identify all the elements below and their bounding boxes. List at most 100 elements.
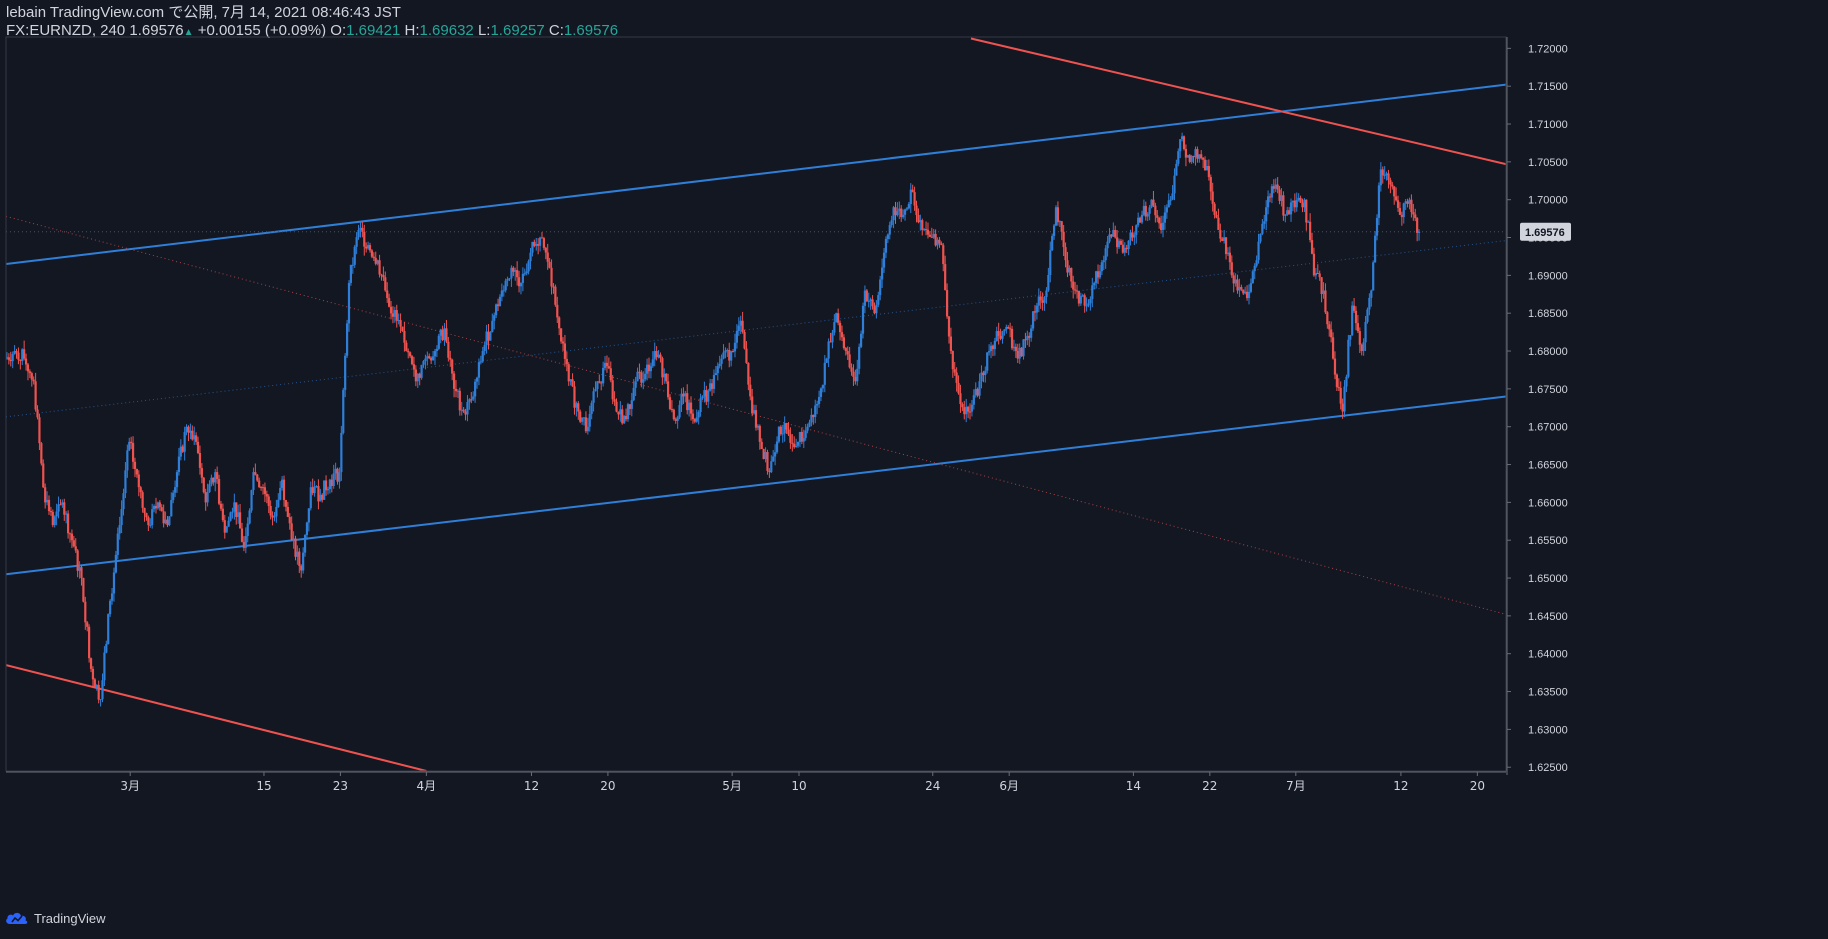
candle-body [1291, 200, 1295, 203]
candle-body [833, 322, 836, 333]
price-chart[interactable]: 1.72000 1.71500 1.71000 1.70500 1.70000 1.695… [0, 0, 1828, 939]
candle-body [1033, 311, 1037, 313]
candle-body [466, 402, 469, 415]
candle-body [548, 261, 551, 268]
candle-body [875, 304, 878, 314]
trend-lower-line[interactable] [6, 664, 427, 771]
candle-body [1052, 225, 1056, 236]
price-axis[interactable]: 1.72000 1.71500 1.71000 1.70500 1.70000 1.695… [1507, 43, 1571, 774]
candle-body [523, 273, 526, 275]
candle-body [200, 467, 203, 478]
candle-body [84, 601, 87, 623]
candle-body [1406, 201, 1409, 204]
candle-body [838, 322, 842, 333]
candle-body [288, 516, 291, 524]
candle-body [174, 487, 177, 493]
candle-body [240, 528, 244, 542]
candle-body [858, 346, 861, 369]
candle-body [202, 477, 205, 493]
candle-body [842, 337, 845, 349]
candle-body [909, 189, 912, 205]
candle-body [607, 366, 610, 369]
candle-body [1159, 223, 1163, 230]
candle-body [451, 359, 454, 374]
candle-body [351, 264, 354, 266]
candle-body [674, 419, 677, 421]
candle-body [472, 396, 475, 400]
candle-body [980, 372, 983, 382]
last-price-badge-label: 1.69576 [1525, 227, 1565, 239]
candle-body [1200, 154, 1203, 159]
candle-body [1081, 295, 1084, 297]
candle-body [984, 370, 987, 376]
candle-body [781, 433, 784, 435]
candle-body [621, 409, 624, 424]
candle-body [1184, 149, 1188, 158]
candle-body [1043, 297, 1046, 303]
candle-body [1402, 203, 1405, 218]
candle-body [659, 354, 662, 359]
candle-body [559, 328, 563, 342]
channel-mid-line[interactable] [6, 240, 1506, 418]
candle-body [1360, 344, 1363, 352]
candle-body [1261, 223, 1264, 234]
candle-body [1007, 326, 1010, 329]
candle-body [294, 538, 297, 557]
candle-body [271, 515, 274, 518]
candle-body [1129, 232, 1132, 241]
candle-body [970, 404, 974, 412]
candle-body [332, 473, 335, 486]
candle-body [1211, 191, 1214, 204]
candle-body [968, 411, 972, 413]
candle-body [405, 342, 408, 352]
candle-body [109, 600, 112, 615]
candle-body [1253, 265, 1256, 272]
candle-body [1179, 139, 1182, 152]
time-axis[interactable]: 3月 15 23 4月 12 20 5月 10 24 6月 14 22 7月 12 20 [120, 772, 1485, 793]
candle-body [653, 351, 656, 360]
candle-body [311, 487, 314, 494]
candle-body [443, 328, 446, 341]
candle-body [391, 313, 395, 317]
candle-body [489, 332, 492, 341]
candle-body [884, 239, 888, 253]
candle-body [1089, 298, 1092, 304]
candle-body [791, 442, 794, 444]
candle-body [59, 504, 62, 506]
trend-upper-line[interactable] [970, 37, 1506, 166]
candle-body [1150, 199, 1153, 208]
candle-body [516, 270, 519, 278]
candle-body [281, 479, 284, 489]
candle-body [1358, 331, 1361, 345]
candle-body [1085, 305, 1088, 307]
candle-body [177, 456, 181, 473]
candle-body [902, 214, 905, 218]
candle-body [598, 381, 601, 383]
candle-body [752, 410, 756, 414]
candle-body [1064, 247, 1067, 261]
candle-body [605, 362, 609, 367]
candle-body [567, 364, 570, 382]
candle-body [273, 516, 276, 518]
candle-body [506, 279, 509, 281]
candle-body [1047, 274, 1050, 291]
candle-body [313, 486, 316, 494]
candle-body [323, 480, 326, 500]
candle-body [212, 477, 215, 483]
brand-footer[interactable]: TradingView [4, 910, 106, 926]
candle-body [493, 315, 496, 321]
candle-body [305, 522, 309, 536]
candle-body [1375, 217, 1379, 236]
candle-body [1066, 260, 1069, 273]
candle-body [649, 366, 653, 372]
candle-body [1226, 252, 1230, 255]
candle-body [777, 426, 781, 442]
candle-body [667, 381, 670, 398]
candle-body [137, 474, 140, 488]
candle-body [863, 290, 867, 306]
candle-body [1343, 386, 1346, 412]
candle-body [204, 492, 207, 503]
candle-body [716, 366, 719, 374]
candle-body [397, 320, 400, 322]
candle-body [36, 409, 39, 418]
